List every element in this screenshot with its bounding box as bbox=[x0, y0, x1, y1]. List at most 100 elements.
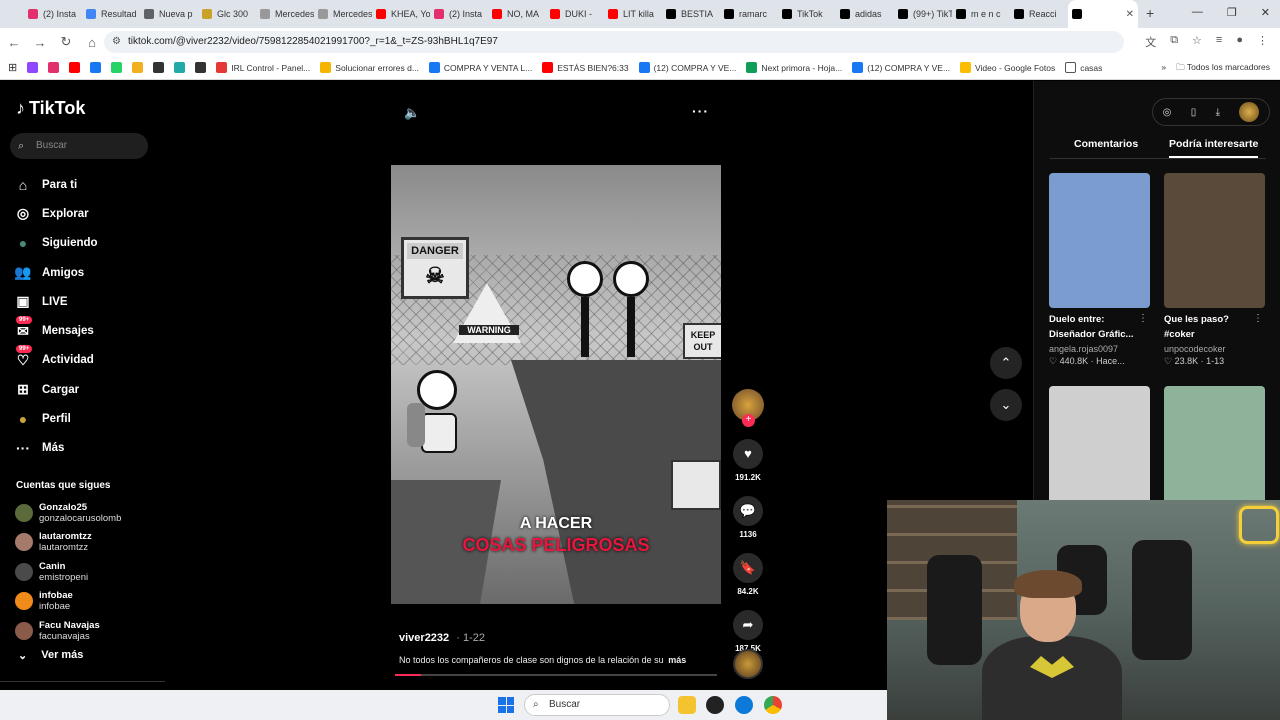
sidebar-item-amigos[interactable]: 👥 Amigos bbox=[14, 258, 154, 287]
tab-comments[interactable]: Comentarios bbox=[1074, 138, 1138, 150]
bookmark-item[interactable] bbox=[174, 62, 186, 73]
video-author[interactable]: viver2232 · 1-22 bbox=[399, 632, 485, 644]
download-icon[interactable]: ⤓ bbox=[1216, 107, 1220, 118]
see-more-button[interactable]: ⌄ Ver más bbox=[18, 649, 83, 662]
browser-tab[interactable]: Mercedes bbox=[314, 0, 372, 28]
back-icon[interactable]: ← bbox=[2, 35, 26, 50]
previous-video-button[interactable]: ⌃ bbox=[990, 347, 1022, 379]
sidebar-item-cargar[interactable]: ⊞ Cargar bbox=[14, 375, 154, 404]
chrome-icon[interactable] bbox=[764, 696, 782, 714]
recommended-video-card[interactable]: ⋮ Duelo entre: Diseñador Gráfic... angela.r… bbox=[1049, 173, 1150, 367]
bookmark-item[interactable] bbox=[132, 62, 144, 73]
follow-plus-icon[interactable]: + bbox=[742, 414, 755, 427]
windows-start-icon[interactable] bbox=[498, 697, 514, 713]
apps-grid-icon[interactable]: ⊞ bbox=[8, 61, 17, 74]
bookmark-star-icon[interactable]: ☆ bbox=[1192, 34, 1202, 50]
new-tab-button[interactable]: + bbox=[1146, 5, 1154, 21]
followed-account[interactable]: Facu Navajas facunavajas bbox=[15, 616, 165, 646]
url-input[interactable]: ⚙ tiktok.com/@viver2232/video/7598122854… bbox=[104, 31, 1124, 53]
bookmark-item[interactable] bbox=[69, 62, 81, 73]
card-menu-icon[interactable]: ⋮ bbox=[1138, 313, 1148, 324]
browser-tab[interactable]: DUKI - bbox=[546, 0, 604, 28]
followed-account[interactable]: lautaromtzz lautaromtzz bbox=[15, 528, 165, 558]
browser-tab[interactable]: KHEA, Yo bbox=[372, 0, 430, 28]
file-explorer-icon[interactable] bbox=[678, 696, 696, 714]
sidebar-item-explorar[interactable]: ◎ Explorar bbox=[14, 199, 154, 228]
bookmark-item[interactable]: Video - Google Fotos bbox=[960, 62, 1055, 73]
browser-tab[interactable]: (99+) TikT bbox=[894, 0, 952, 28]
sidebar-item-actividad[interactable]: ♡ 99+ Actividad bbox=[14, 344, 154, 375]
bookmark-item[interactable]: (12) COMPRA Y VE... bbox=[852, 62, 950, 73]
sidebar-item-live[interactable]: ▣ LIVE bbox=[14, 287, 154, 316]
bookmark-item[interactable]: ESTÁS BIEN?6:33 bbox=[542, 62, 629, 73]
bookmark-item[interactable]: Solucionar errores d... bbox=[320, 62, 419, 73]
sidebar-item-mensajes[interactable]: ✉ 99+ Mensajes bbox=[14, 315, 154, 345]
forward-icon[interactable]: → bbox=[28, 35, 52, 50]
next-video-button[interactable]: ⌄ bbox=[990, 389, 1022, 421]
all-bookmarks-folder[interactable]: 🗀 Todos los marcadores bbox=[1176, 62, 1270, 76]
recommended-video-card[interactable]: ⋮ Que les paso? #coker unpocodecoker ♡ 23.8K… bbox=[1164, 173, 1265, 367]
media-control-icon[interactable]: ≡ bbox=[1216, 34, 1222, 50]
bookmark-item[interactable] bbox=[48, 62, 60, 73]
install-app-icon[interactable]: ⧉ bbox=[1170, 34, 1178, 50]
save-action[interactable]: 🔖 84.2K bbox=[732, 553, 764, 596]
site-info-icon[interactable]: ⚙ bbox=[112, 31, 121, 53]
browser-tab[interactable]: TikTok bbox=[778, 0, 836, 28]
more-bookmarks-icon[interactable]: » bbox=[1161, 62, 1166, 76]
comment-action[interactable]: 💬 1136 bbox=[732, 496, 764, 539]
close-window-button[interactable]: ✕ bbox=[1261, 6, 1270, 19]
sidebar-item-parati[interactable]: ⌂ Para ti bbox=[14, 170, 154, 199]
music-disc-avatar[interactable] bbox=[733, 649, 763, 679]
bookmark-item[interactable]: (12) COMPRA Y VE... bbox=[638, 62, 736, 73]
browser-tab[interactable]: LIT killa bbox=[604, 0, 662, 28]
minimize-button[interactable]: — bbox=[1192, 6, 1203, 19]
taskbar-search-input[interactable]: ⌕ Buscar bbox=[524, 694, 670, 716]
edge-icon[interactable] bbox=[735, 696, 753, 714]
video-thumbnail[interactable] bbox=[1049, 173, 1150, 308]
video-username[interactable]: viver2232 bbox=[399, 632, 449, 644]
bookmark-item[interactable]: COMPRA Y VENTA L... bbox=[428, 62, 532, 73]
followed-account[interactable]: infobae infobae bbox=[15, 587, 165, 617]
bookmark-item[interactable]: Next primora - Hoja... bbox=[746, 62, 842, 73]
browser-menu-icon[interactable]: ⋮ bbox=[1257, 34, 1268, 50]
browser-tab[interactable]: Glc 300 bbox=[198, 0, 256, 28]
browser-tab[interactable]: (2) Insta bbox=[430, 0, 488, 28]
browser-tab[interactable]: Resultad bbox=[82, 0, 140, 28]
browser-tab[interactable]: BESTIA bbox=[662, 0, 720, 28]
video-thumbnail[interactable] bbox=[1164, 173, 1265, 308]
browser-tab[interactable]: Nueva p bbox=[140, 0, 198, 28]
browser-tab[interactable]: adidas bbox=[836, 0, 894, 28]
close-tab-icon[interactable]: ✕ bbox=[1126, 9, 1134, 20]
bookmark-item[interactable] bbox=[153, 62, 165, 73]
more-description-button[interactable]: más bbox=[668, 655, 686, 665]
browser-tab[interactable]: NO, MA bbox=[488, 0, 546, 28]
browser-tab[interactable]: Mercedes bbox=[256, 0, 314, 28]
bookmark-item[interactable] bbox=[90, 62, 102, 73]
bookmark-item[interactable] bbox=[27, 62, 39, 73]
browser-tab[interactable]: ✕ bbox=[1068, 0, 1138, 28]
card-menu-icon[interactable]: ⋮ bbox=[1253, 313, 1263, 324]
tab-recommended[interactable]: Podría interesarte bbox=[1169, 138, 1259, 158]
browser-tab[interactable]: m e n c bbox=[952, 0, 1010, 28]
profile-avatar-browser[interactable]: ● bbox=[1236, 34, 1243, 50]
browser-tab[interactable]: (2) Insta bbox=[24, 0, 82, 28]
bookmark-item[interactable]: IRL Control - Panel... bbox=[216, 62, 310, 73]
browser-tab[interactable]: Reacci bbox=[1010, 0, 1068, 28]
search-input[interactable]: ⌕ Buscar bbox=[10, 133, 148, 159]
translate-icon[interactable]: 文 bbox=[1145, 34, 1156, 50]
bookmark-item[interactable]: casas bbox=[1065, 62, 1102, 73]
video-player[interactable]: DANGER ☠ WARNING KEEP OUT A HACER COSAS … bbox=[391, 165, 721, 604]
video-more-options-icon[interactable]: ··· bbox=[692, 103, 709, 119]
bookmark-item[interactable] bbox=[195, 62, 207, 73]
sidebar-item-perfil[interactable]: ● Perfil bbox=[14, 404, 154, 433]
reload-icon[interactable]: ↻ bbox=[54, 34, 78, 50]
followed-account[interactable]: Gonzalo25 gonzalocarusolomb bbox=[15, 498, 165, 528]
creator-avatar[interactable]: + bbox=[732, 389, 764, 427]
home-browser-icon[interactable]: ⌂ bbox=[80, 35, 104, 50]
bookmark-item[interactable] bbox=[111, 62, 123, 73]
share-action[interactable]: ➦ 187.5K bbox=[732, 610, 764, 653]
video-progress-bar[interactable] bbox=[395, 674, 717, 676]
coins-icon[interactable]: ◎ bbox=[1163, 107, 1172, 118]
like-action[interactable]: ♥ 191.2K bbox=[732, 439, 764, 482]
maximize-button[interactable]: ❐ bbox=[1227, 6, 1237, 19]
